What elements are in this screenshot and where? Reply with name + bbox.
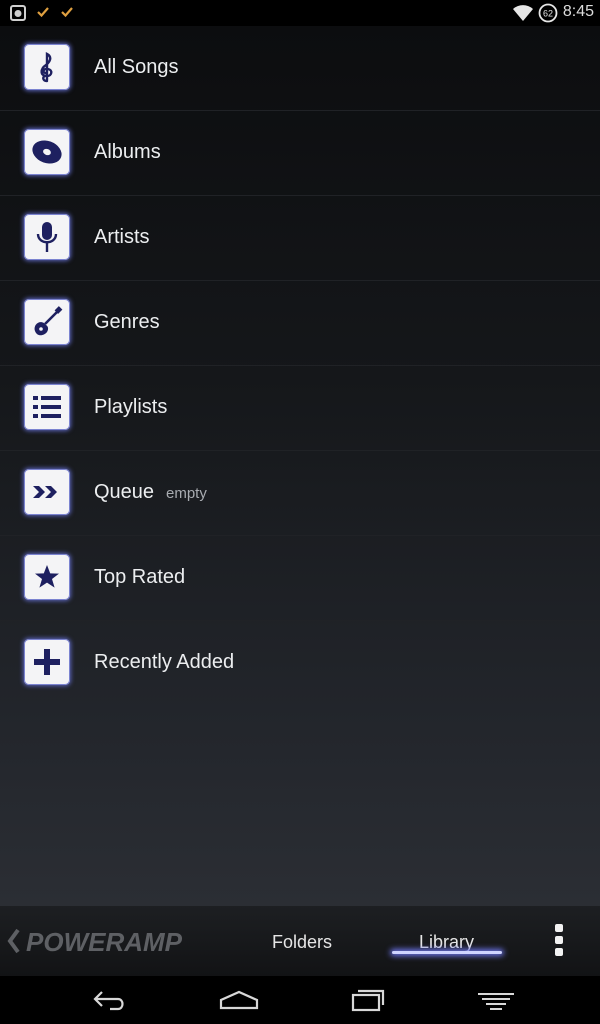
battery-icon: 62 [538,3,558,23]
album-disc-icon [24,129,70,175]
library-item-genres[interactable]: Genres [0,281,600,366]
library-item-albums[interactable]: Albums [0,111,600,196]
library-item-label: All Songs [94,56,179,78]
check-icon [37,7,49,18]
library-item-label: Artists [94,226,150,248]
screenshot-icon [10,5,26,21]
library-item-label: Albums [94,141,161,163]
library-item-queue[interactable]: Queue empty [0,451,600,536]
library-item-label: Queue [94,481,155,503]
check-icon [61,7,73,18]
treble-clef-icon [24,44,70,90]
clock: 8:45 [562,3,594,20]
library-item-top-rated[interactable]: Top Rated [0,536,600,621]
recent-apps-icon[interactable] [350,986,386,1014]
tab-library[interactable]: Library [419,932,474,953]
library-item-label: Top Rated [94,566,186,588]
back-icon[interactable] [90,986,130,1014]
queue-status: empty [166,485,207,502]
active-tab-indicator [392,951,502,954]
guitar-icon [24,299,70,345]
wifi-icon [513,5,533,21]
library-item-label: Genres [94,311,160,333]
list-icon [24,384,70,430]
tab-bar: POWERAMP Folders Library [0,906,600,976]
home-icon[interactable] [218,986,260,1014]
tab-folders[interactable]: Folders [272,932,332,953]
overflow-menu-icon[interactable] [552,924,566,964]
library-item-all-songs[interactable]: All Songs [0,26,600,111]
system-nav-bar [0,976,600,1024]
svg-text:62: 62 [543,9,553,19]
svg-text:POWERAMP: POWERAMP [26,927,183,957]
star-icon [24,554,70,600]
plus-icon [24,639,70,685]
library-item-label: Recently Added [94,651,235,673]
microphone-icon [24,214,70,260]
library-item-recently-added[interactable]: Recently Added [0,621,600,705]
library-item-artists[interactable]: Artists [0,196,600,281]
poweramp-logo[interactable]: POWERAMP [4,924,214,958]
library-item-label: Playlists [94,396,168,418]
queue-arrows-icon [24,469,70,515]
library-list: All Songs Albums Artists Genres Playlist… [0,26,600,906]
menu-icon[interactable] [476,986,516,1014]
library-item-playlists[interactable]: Playlists [0,366,600,451]
status-bar: 62 8:45 [0,0,600,26]
